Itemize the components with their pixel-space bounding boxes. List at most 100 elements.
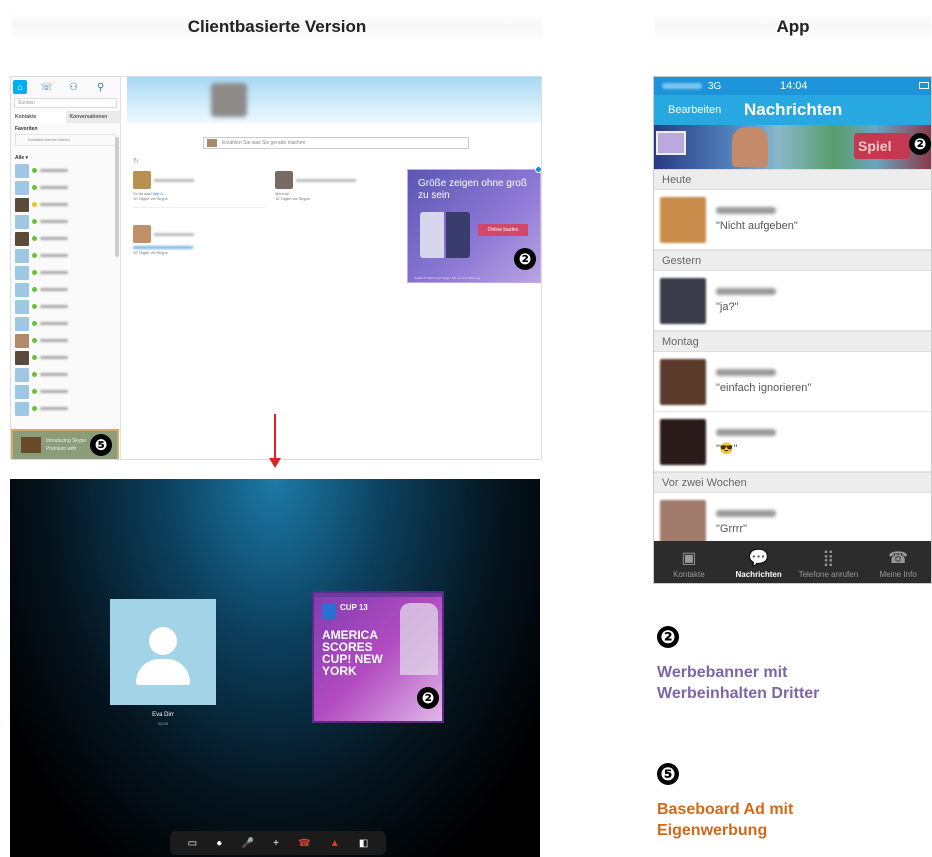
contact-row[interactable] bbox=[11, 298, 120, 315]
add-contact-icon[interactable]: ⚲ bbox=[87, 82, 114, 93]
conversation-row[interactable]: "😎" bbox=[654, 412, 931, 472]
phone-icon[interactable]: ☏ bbox=[33, 82, 60, 93]
fullscreen-icon[interactable]: ◧ bbox=[359, 838, 368, 849]
avatar bbox=[15, 248, 29, 263]
contact-row[interactable] bbox=[11, 196, 120, 213]
add-icon[interactable]: + bbox=[273, 838, 279, 849]
all-contacts-heading[interactable]: Alle ▾ bbox=[11, 147, 120, 162]
refresh-icon[interactable]: ↻ bbox=[133, 157, 139, 165]
edit-button[interactable]: Bearbeiten bbox=[668, 104, 744, 116]
contact-row[interactable] bbox=[11, 247, 120, 264]
phones-image bbox=[420, 212, 470, 258]
third-party-ad-banner[interactable]: Spiel ❷ bbox=[654, 125, 931, 169]
nav-bar: Bearbeiten Nachrichten bbox=[654, 95, 931, 125]
contact-row[interactable] bbox=[11, 315, 120, 332]
message-preview: "Nicht aufgeben" bbox=[716, 220, 798, 232]
microphone-icon[interactable]: 🎤 bbox=[241, 838, 253, 849]
baseboard-ad[interactable]: Introducing Skype Premium with ❺ bbox=[11, 429, 119, 459]
tab-my-info[interactable]: ☎ Meine Info bbox=[866, 548, 930, 579]
chat-icon[interactable]: ● bbox=[216, 838, 222, 849]
mobile-app-screen: 3G 14:04 Bearbeiten Nachrichten Spiel ❷ … bbox=[653, 76, 932, 584]
status-dot bbox=[32, 185, 37, 190]
arrow-down-icon bbox=[274, 414, 276, 460]
tab-contacts[interactable]: ▣ Kontakte bbox=[657, 548, 721, 579]
contact-row[interactable] bbox=[11, 281, 120, 298]
contact-row[interactable] bbox=[11, 264, 120, 281]
status-placeholder: Erzählen Sie was Sie gerade machen bbox=[222, 140, 306, 146]
tab-contacts[interactable]: Kontakte bbox=[11, 111, 66, 123]
contact-row[interactable] bbox=[11, 230, 120, 247]
status-dot bbox=[32, 355, 37, 360]
contact-name-blurred bbox=[716, 288, 776, 295]
legend-text: Baseboard Ad mit Eigenwerbung bbox=[657, 801, 794, 839]
home-icon[interactable]: ⌂ bbox=[13, 80, 27, 94]
third-party-ad-banner[interactable]: CUP 13 AMERICA SCORES CUP! NEW YORK ❷ bbox=[312, 591, 444, 723]
baseboard-ad-text: Introducing Skype Premium with bbox=[46, 438, 87, 452]
legend-text: Werbebanner mit Werbeinhalten Dritter bbox=[657, 664, 820, 702]
section-header: Montag bbox=[654, 331, 931, 352]
arrow-head-icon bbox=[269, 458, 281, 468]
hangup-icon[interactable]: ☎ bbox=[298, 838, 310, 849]
plus-icon[interactable] bbox=[535, 166, 541, 173]
status-dot bbox=[32, 304, 37, 309]
status-dot bbox=[32, 389, 37, 394]
contact-row[interactable] bbox=[11, 383, 120, 400]
call-duration: 00:26 bbox=[157, 721, 168, 726]
sidebar-tabs: Kontakte Konversationen bbox=[11, 111, 120, 123]
avatar bbox=[15, 214, 29, 229]
group-icon[interactable]: ⚇ bbox=[60, 82, 87, 93]
ad-footer[interactable]: Gefällt dir Werbung? Sagen Sie uns Ihre … bbox=[414, 276, 480, 280]
status-dot bbox=[32, 287, 37, 292]
contact-row[interactable] bbox=[11, 400, 120, 417]
avatar bbox=[15, 180, 29, 195]
contact-row[interactable] bbox=[11, 349, 120, 366]
profile-banner bbox=[127, 77, 541, 123]
avatar bbox=[207, 139, 217, 147]
desktop-sidebar: ⌂ ☏ ⚇ ⚲ Suchen Kontakte Konversationen F… bbox=[11, 77, 121, 459]
contact-row[interactable] bbox=[11, 366, 120, 383]
conversation-row[interactable]: "einfach ignorieren" bbox=[654, 352, 931, 412]
tab-conversations[interactable]: Konversationen bbox=[65, 111, 120, 123]
status-dot bbox=[32, 372, 37, 377]
status-input[interactable]: Erzählen Sie was Sie gerade machen bbox=[203, 137, 469, 149]
tab-messages[interactable]: 💬 Nachrichten bbox=[727, 548, 791, 579]
badge-2-icon: ❷ bbox=[909, 133, 931, 155]
video-icon[interactable]: ▭ bbox=[188, 838, 197, 849]
search-input[interactable]: Suchen bbox=[14, 98, 117, 108]
play-button[interactable]: Spiel bbox=[854, 133, 910, 159]
legend-baseboard: ❺ Baseboard Ad mit Eigenwerbung bbox=[657, 763, 857, 841]
avatar bbox=[15, 231, 29, 246]
favorites-dropzone[interactable]: Kontakte hierhin ziehen bbox=[15, 134, 116, 146]
tab-dialpad[interactable]: ⣿ Telefone anrufen bbox=[796, 548, 860, 579]
signal-icon[interactable]: ▲ bbox=[330, 838, 340, 849]
badge-2-icon: ❷ bbox=[514, 248, 536, 270]
status-dot bbox=[32, 338, 37, 343]
contact-row[interactable] bbox=[11, 332, 120, 349]
conversation-row[interactable]: "ja?" bbox=[654, 271, 931, 331]
contact-row[interactable] bbox=[11, 213, 120, 230]
contact-row[interactable] bbox=[11, 179, 120, 196]
avatar[interactable] bbox=[211, 83, 247, 117]
ad-cup-text: CUP 13 bbox=[340, 603, 368, 612]
activity-card[interactable]: So ist das! http://..... 10 Tagen via Sk… bbox=[133, 171, 265, 208]
badge-5-icon: ❺ bbox=[90, 434, 112, 456]
status-dot bbox=[32, 219, 37, 224]
call-controls: ▭ ● 🎤 + ☎ ▲ ◧ bbox=[170, 831, 386, 855]
section-header: Vor zwei Wochen bbox=[654, 472, 931, 493]
activity-card[interactable]: 10 Tagen via Skype bbox=[133, 225, 265, 255]
avatar bbox=[15, 265, 29, 280]
sidebar-scrollbar[interactable] bbox=[115, 137, 119, 257]
desktop-main-panel: Erzählen Sie was Sie gerade machen ↻ So … bbox=[127, 77, 541, 459]
ad-headline: AMERICA SCORES CUP! NEW YORK bbox=[322, 628, 383, 678]
desktop-client-window: ⌂ ☏ ⚇ ⚲ Suchen Kontakte Konversationen F… bbox=[10, 76, 542, 460]
status-dot bbox=[32, 202, 37, 207]
contact-name-blurred bbox=[716, 428, 776, 436]
contact-row[interactable] bbox=[11, 162, 120, 179]
third-party-ad-banner[interactable]: Größe zeigen ohne groß zu sein Online ka… bbox=[407, 166, 541, 283]
conversation-row[interactable]: "Nicht aufgeben" bbox=[654, 190, 931, 250]
avatar bbox=[15, 384, 29, 399]
activity-card[interactable]: @home 10 Tagen via Skype bbox=[275, 171, 407, 201]
avatar bbox=[15, 401, 29, 416]
ad-buy-button[interactable]: Online kaufen bbox=[478, 224, 528, 236]
game-logo-icon bbox=[656, 131, 686, 155]
